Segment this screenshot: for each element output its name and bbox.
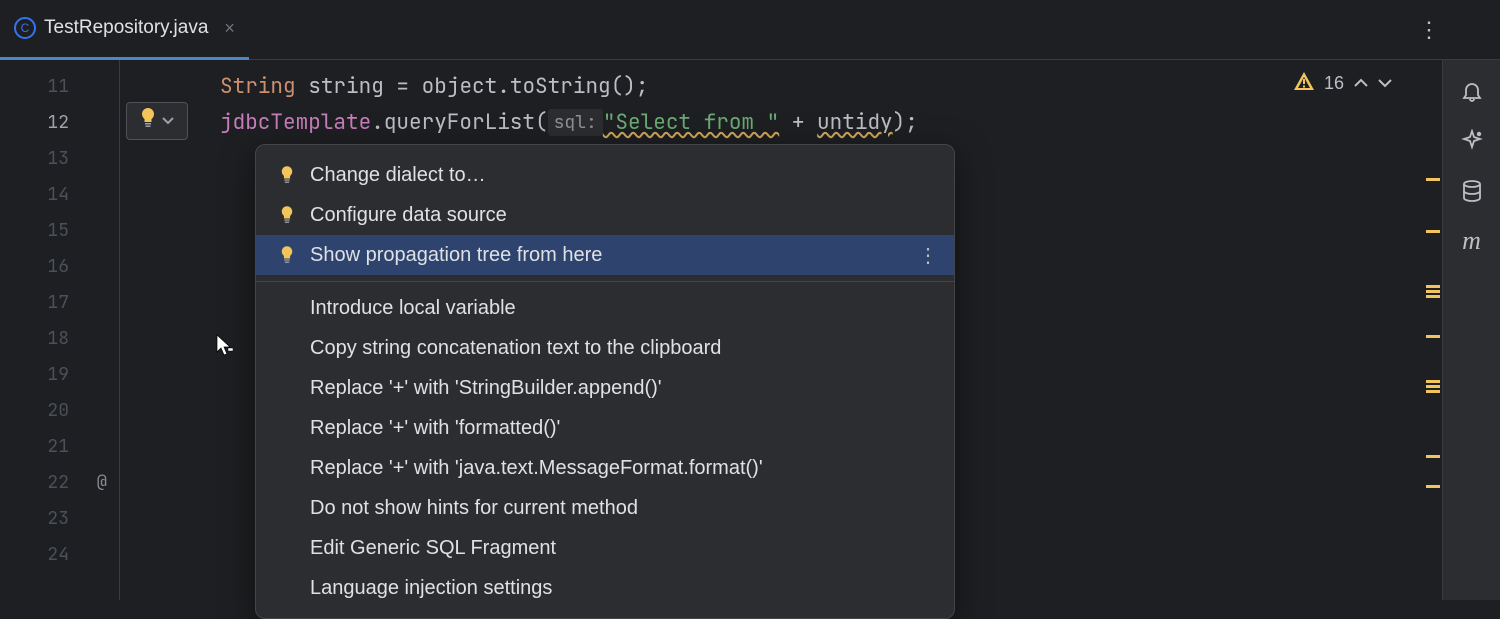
right-tool-rail: m: [1442, 60, 1500, 600]
intention-action-item[interactable]: Replace '+' with 'StringBuilder.append()…: [256, 368, 954, 408]
intention-action-item[interactable]: Copy string concatenation text to the cl…: [256, 328, 954, 368]
line-number[interactable]: 20: [0, 392, 119, 428]
line-number[interactable]: 16: [0, 248, 119, 284]
warning-count: 16: [1324, 73, 1344, 94]
line-number[interactable]: 11: [0, 68, 119, 104]
database-icon[interactable]: [1459, 178, 1485, 204]
warning-stripe-mark[interactable]: [1426, 390, 1440, 393]
bulb-icon: [276, 166, 298, 184]
intention-action-item[interactable]: Edit Generic SQL Fragment: [256, 528, 954, 568]
intention-action-item[interactable]: Replace '+' with 'formatted()': [256, 408, 954, 448]
line-number[interactable]: 19: [0, 356, 119, 392]
warning-stripe-mark[interactable]: [1426, 485, 1440, 488]
intention-action-item[interactable]: Change dialect to…: [256, 155, 954, 195]
code-line-11[interactable]: String string = object.toString();: [120, 68, 1442, 104]
line-number[interactable]: 15: [0, 212, 119, 248]
maven-icon[interactable]: m: [1459, 228, 1485, 254]
intention-action-label: Show propagation tree from here: [310, 244, 602, 267]
code-line-12[interactable]: jdbcTemplate.queryForList( sql: "Select …: [120, 104, 1442, 140]
intention-action-label: Replace '+' with 'java.text.MessageForma…: [310, 457, 763, 480]
intention-action-label: Introduce local variable: [310, 297, 516, 320]
line-number[interactable]: 14: [0, 176, 119, 212]
gutter-annotation-icon[interactable]: @: [97, 471, 107, 493]
intention-action-label: Change dialect to…: [310, 164, 486, 187]
warning-stripe-mark[interactable]: [1426, 290, 1440, 293]
mouse-cursor: [214, 334, 236, 356]
intention-action-label: Configure data source: [310, 204, 507, 227]
error-stripe[interactable]: [1426, 60, 1442, 600]
intention-action-item[interactable]: Show propagation tree from here ⋮: [256, 235, 954, 275]
line-gutter: 111213141516171819202122@2324: [0, 60, 120, 600]
kebab-menu-icon[interactable]: ⋮: [918, 243, 938, 268]
warning-stripe-mark[interactable]: [1426, 455, 1440, 458]
warning-stripe-mark[interactable]: [1426, 178, 1440, 181]
editor-area: 111213141516171819202122@2324 String str…: [0, 60, 1500, 600]
tab-bar: C TestRepository.java × ⋮: [0, 0, 1500, 60]
intention-action-item[interactable]: Introduce local variable: [256, 288, 954, 328]
warning-stripe-mark[interactable]: [1426, 385, 1440, 388]
intention-action-item[interactable]: Configure data source: [256, 195, 954, 235]
line-number[interactable]: 22@: [0, 464, 119, 500]
file-tab[interactable]: C TestRepository.java ×: [0, 0, 249, 60]
intention-action-label: Copy string concatenation text to the cl…: [310, 337, 721, 360]
line-number[interactable]: 12: [0, 104, 119, 140]
intention-action-label: Replace '+' with 'StringBuilder.append()…: [310, 377, 662, 400]
intention-action-item[interactable]: Replace '+' with 'java.text.MessageForma…: [256, 448, 954, 488]
intention-actions-popup: Change dialect to… Configure data source S…: [255, 144, 955, 619]
intention-action-label: Do not show hints for current method: [310, 497, 638, 520]
line-number[interactable]: 13: [0, 140, 119, 176]
line-number[interactable]: 18: [0, 320, 119, 356]
intention-action-item[interactable]: Do not show hints for current method: [256, 488, 954, 528]
popup-separator: [256, 281, 954, 282]
intention-action-item[interactable]: Language injection settings: [256, 568, 954, 608]
class-icon: C: [14, 17, 36, 39]
code-area[interactable]: String string = object.toString(); jdbcT…: [120, 60, 1442, 600]
warning-stripe-mark[interactable]: [1426, 285, 1440, 288]
line-number[interactable]: 24: [0, 536, 119, 572]
warning-stripe-mark[interactable]: [1426, 380, 1440, 383]
bulb-icon: [276, 246, 298, 264]
prev-highlight-icon[interactable]: [1354, 75, 1368, 93]
ai-assistant-icon[interactable]: [1459, 128, 1485, 154]
next-highlight-icon[interactable]: [1378, 75, 1392, 93]
warning-icon: [1294, 72, 1314, 95]
bulb-icon: [276, 206, 298, 224]
notifications-icon[interactable]: [1459, 78, 1485, 104]
kebab-menu-icon[interactable]: ⋮: [1418, 17, 1440, 43]
warning-stripe-mark[interactable]: [1426, 335, 1440, 338]
close-tab-icon[interactable]: ×: [224, 18, 235, 39]
line-number[interactable]: 21: [0, 428, 119, 464]
warning-stripe-mark[interactable]: [1426, 295, 1440, 298]
line-number[interactable]: 23: [0, 500, 119, 536]
warning-stripe-mark[interactable]: [1426, 230, 1440, 233]
intention-action-label: Language injection settings: [310, 577, 552, 600]
inspections-widget[interactable]: 16: [1294, 72, 1392, 95]
tab-filename: TestRepository.java: [44, 17, 208, 39]
intention-action-label: Edit Generic SQL Fragment: [310, 537, 556, 560]
line-number[interactable]: 17: [0, 284, 119, 320]
intention-action-label: Replace '+' with 'formatted()': [310, 417, 560, 440]
